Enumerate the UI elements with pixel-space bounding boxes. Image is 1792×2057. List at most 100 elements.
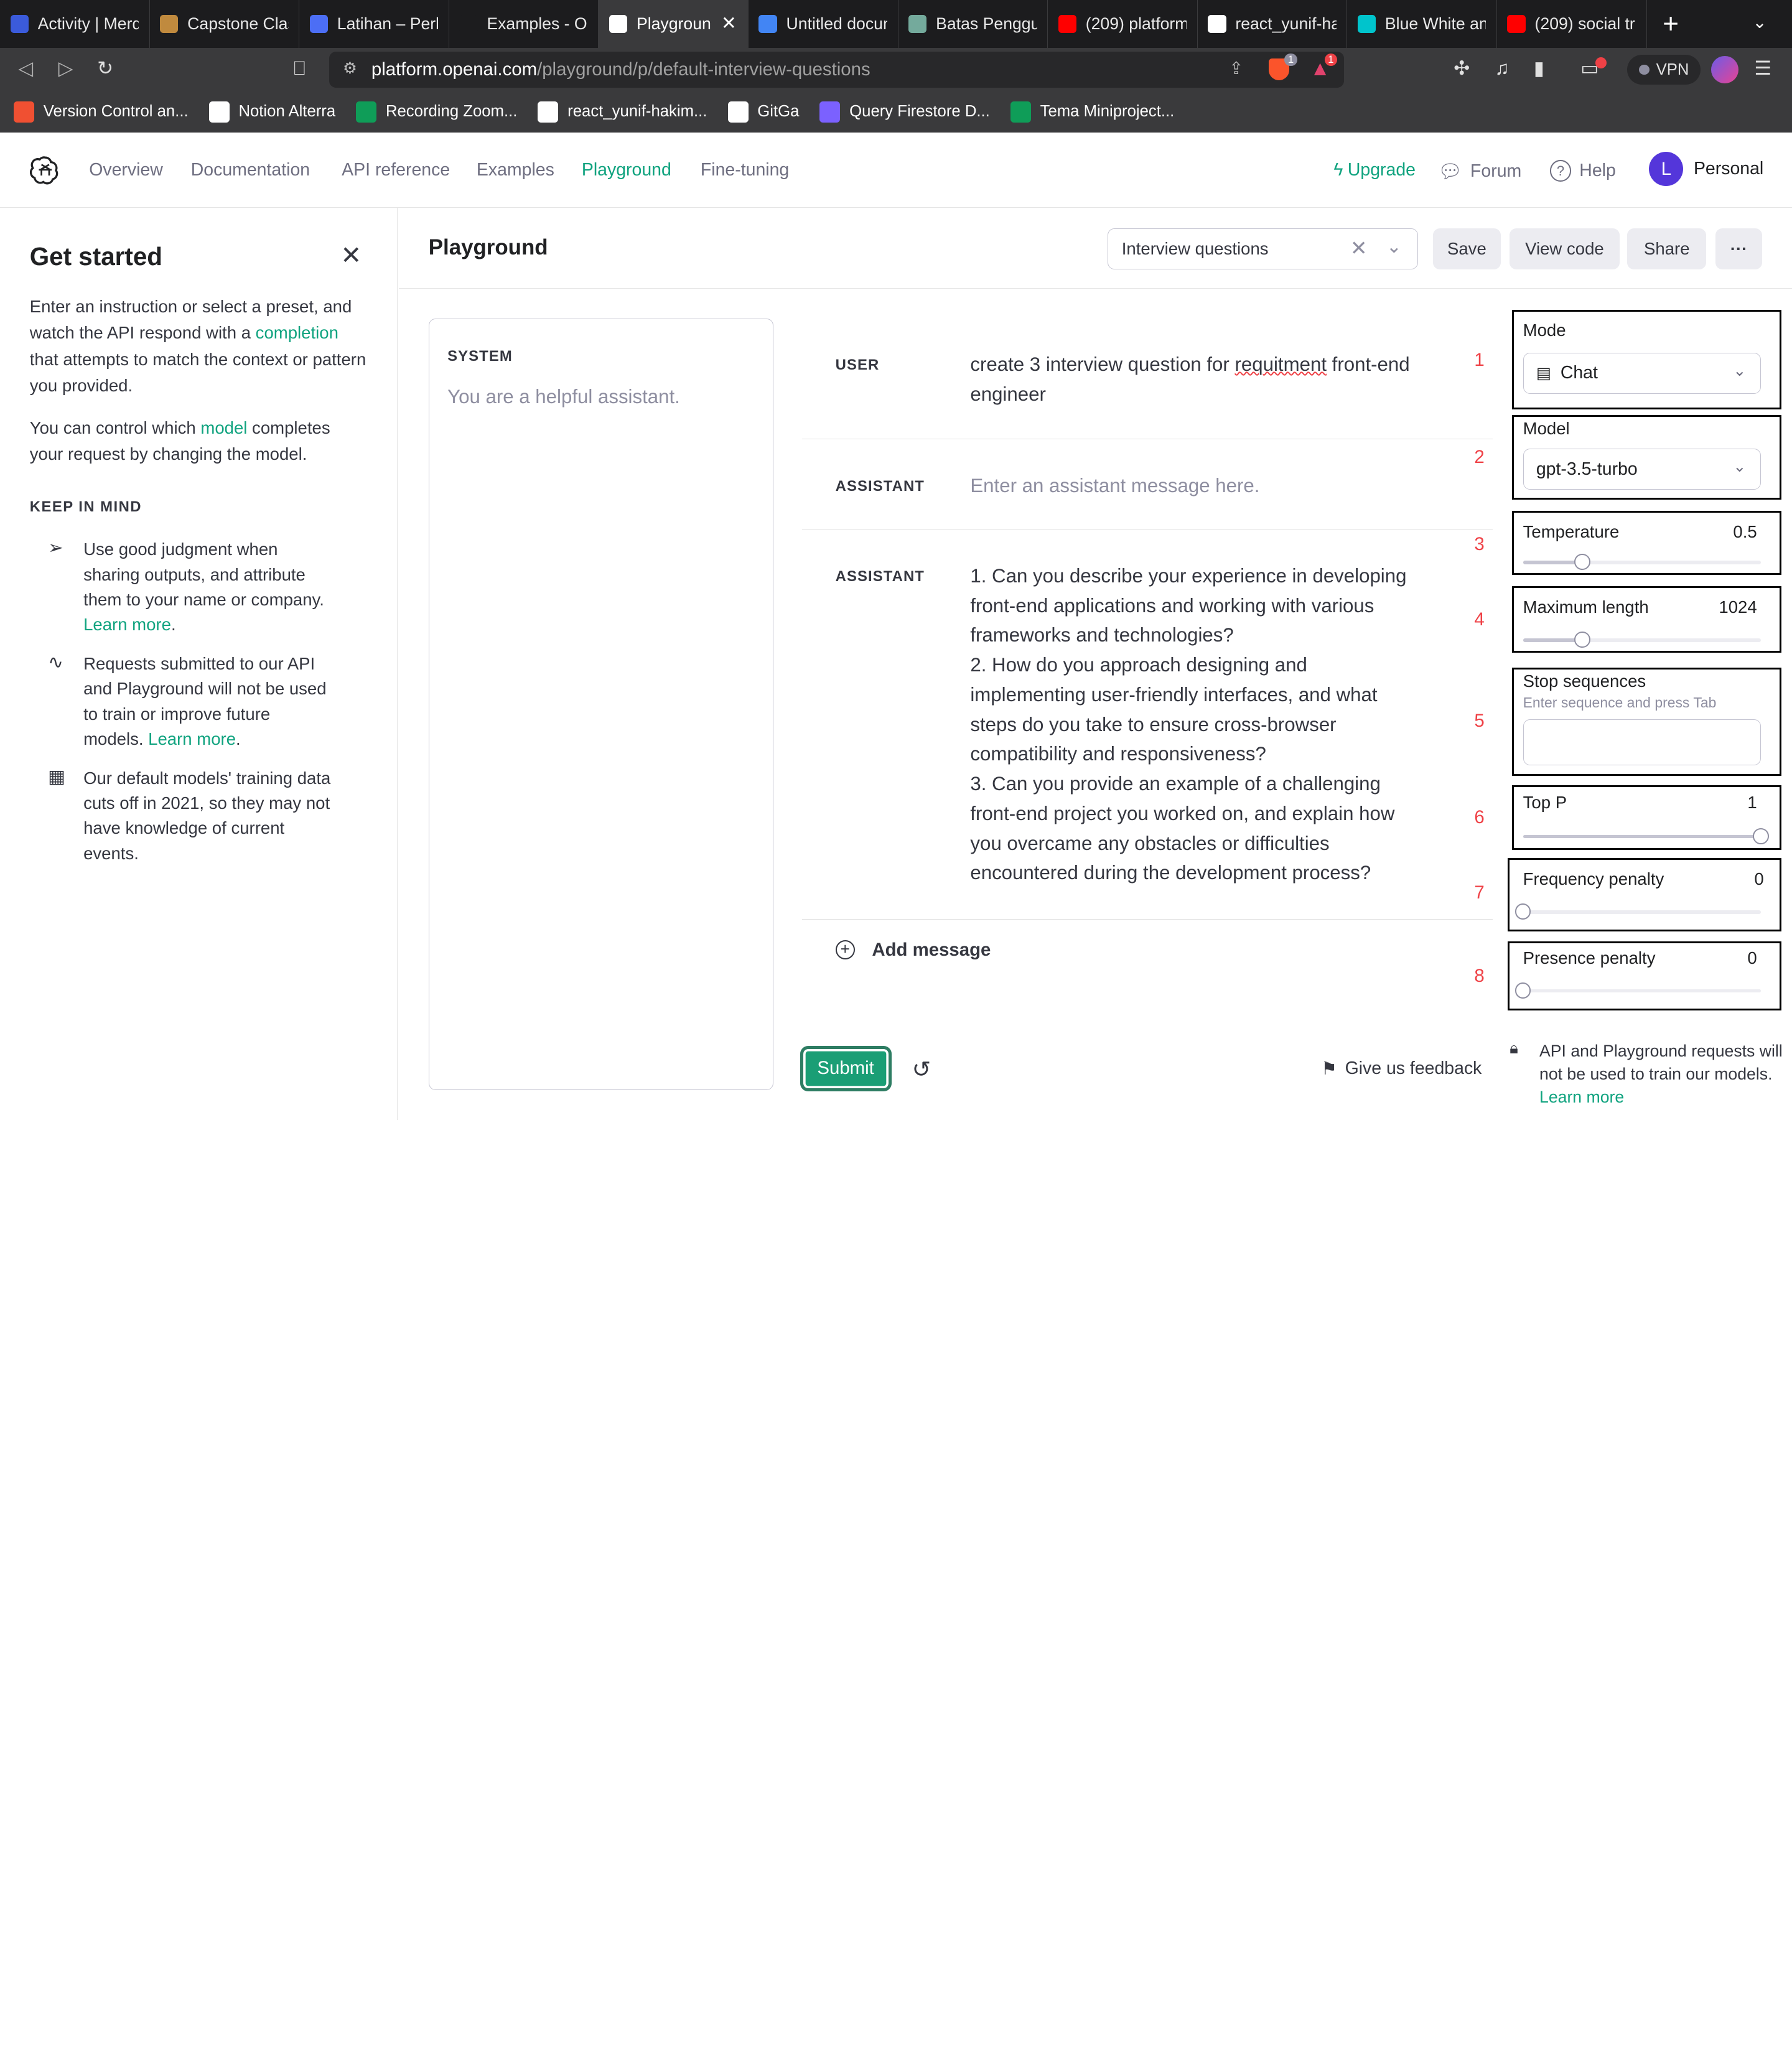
reload-icon[interactable]: ↻	[97, 57, 113, 80]
forum-link[interactable]: 💬︎ Forum	[1438, 160, 1522, 183]
top-p-slider[interactable]	[1523, 828, 1769, 844]
mode-select[interactable]: ▤ Chat ⌄	[1523, 352, 1761, 394]
message-role[interactable]: ASSISTANT	[836, 568, 925, 585]
system-message-box[interactable]: SYSTEM You are a helpful assistant.	[428, 319, 774, 1091]
max-length-slider[interactable]	[1523, 632, 1761, 648]
nav-documentation[interactable]: Documentation	[191, 160, 310, 180]
clear-preset-icon[interactable]: ✕	[1350, 236, 1368, 261]
system-input[interactable]: You are a helpful assistant.	[447, 386, 680, 408]
profile-avatar[interactable]	[1710, 55, 1738, 84]
media-icon[interactable]: ♫	[1495, 57, 1509, 80]
menu-icon[interactable]: ☰	[1754, 57, 1771, 80]
activity-icon: ∿	[48, 651, 63, 673]
nav-playground[interactable]: Playground	[582, 160, 671, 180]
browser-tab[interactable]: Capstone Clas	[150, 0, 300, 49]
max-length-value[interactable]: 1024	[1719, 597, 1757, 617]
help-link[interactable]: ? Help	[1549, 160, 1616, 182]
stop-sequences-input[interactable]	[1523, 719, 1761, 765]
model-select[interactable]: gpt-3.5-turbo ⌄	[1523, 449, 1761, 490]
bookmark-item[interactable]: Notion Alterra	[208, 101, 335, 123]
model-link[interactable]: model	[200, 418, 247, 437]
browser-tab[interactable]: Examples - Op	[449, 0, 599, 49]
frequency-penalty-slider[interactable]	[1514, 903, 1761, 920]
bookmark-item[interactable]: Query Firestore D...	[819, 101, 990, 123]
slider-knob[interactable]	[1574, 554, 1590, 570]
upgrade-link[interactable]: ϟ Upgrade	[1333, 160, 1416, 180]
browser-tab[interactable]: Activity | Merd	[0, 0, 150, 49]
vpn-button[interactable]: VPN	[1627, 55, 1701, 85]
frequency-penalty-value[interactable]: 0	[1754, 869, 1763, 889]
browser-tab[interactable]: Blue White and	[1347, 0, 1497, 49]
browser-tab[interactable]: Untitled docun	[749, 0, 898, 49]
message-role[interactable]: USER	[836, 357, 880, 374]
forward-icon[interactable]: ▷	[58, 57, 73, 80]
share-page-icon[interactable]: ⇪	[1229, 58, 1243, 78]
openai-logo-icon[interactable]	[29, 154, 61, 185]
forum-label: Forum	[1470, 161, 1522, 182]
help-label: Help	[1579, 161, 1616, 181]
learn-more-link[interactable]: Learn more	[148, 729, 236, 749]
privacy-learn-more-link[interactable]: Learn more	[1539, 1088, 1624, 1106]
view-code-button[interactable]: View code	[1510, 228, 1620, 270]
account-menu[interactable]: L Personal	[1649, 152, 1763, 187]
bookmark-item[interactable]: Tema Miniproject...	[1010, 101, 1174, 123]
assistant-message-input[interactable]: Enter an assistant message here.	[970, 471, 1418, 501]
nav-examples[interactable]: Examples	[477, 160, 554, 180]
chevron-down-icon[interactable]: ⌄	[1386, 236, 1402, 258]
save-button[interactable]: Save	[1433, 228, 1501, 270]
add-message-button[interactable]: + Add message	[835, 940, 991, 961]
slider-knob[interactable]	[1574, 632, 1590, 648]
browser-tab[interactable]: Batas Penggun	[898, 0, 1048, 49]
browser-tab[interactable]: Latihan – Perk	[299, 0, 449, 49]
bookmark-label: GitGa	[757, 103, 800, 121]
browser-tab[interactable]: Playgroun ✕	[599, 0, 749, 49]
more-options-button[interactable]: ···	[1715, 228, 1763, 270]
chat-icon: ▤	[1536, 364, 1552, 382]
completion-link[interactable]: completion	[256, 323, 338, 342]
top-p-value[interactable]: 1	[1747, 793, 1757, 813]
nav-overview[interactable]: Overview	[89, 160, 163, 180]
nav-api-reference[interactable]: API reference	[342, 160, 450, 180]
extensions-icon[interactable]: ✣	[1454, 57, 1470, 80]
bookmark-item[interactable]: Version Control an...	[14, 101, 189, 123]
message-text[interactable]: 1. Can you describe your experience in d…	[970, 561, 1418, 888]
slider-knob[interactable]	[1752, 828, 1769, 844]
address-bar[interactable]: ⚙ platform.openai.com/playground/p/defau…	[329, 51, 1344, 88]
temperature-value[interactable]: 0.5	[1733, 522, 1757, 542]
tab-overflow-chevron-icon[interactable]: ⌄	[1752, 12, 1766, 32]
message-text[interactable]: create 3 interview question for requitme…	[970, 350, 1418, 409]
bookmark-favicon-icon	[538, 101, 559, 123]
bookmark-item[interactable]: Recording Zoom...	[356, 101, 517, 123]
close-tab-icon[interactable]: ✕	[721, 12, 737, 34]
temperature-slider[interactable]	[1523, 554, 1761, 570]
history-icon[interactable]: ↺	[912, 1056, 931, 1083]
slider-knob[interactable]	[1514, 982, 1531, 999]
share-button[interactable]: Share	[1627, 228, 1707, 270]
vpn-label: VPN	[1656, 60, 1689, 78]
model-label: Model	[1523, 419, 1570, 439]
browser-tab[interactable]: (209) platform	[1048, 0, 1198, 49]
temperature-label: Temperature	[1523, 521, 1620, 541]
site-settings-icon[interactable]: ⚙	[343, 59, 357, 78]
browser-tab[interactable]: (209) social tr	[1497, 0, 1647, 49]
browser-tab[interactable]: react_yunif-ha	[1198, 0, 1348, 49]
submit-button[interactable]: Submit	[800, 1045, 892, 1092]
presence-penalty-slider[interactable]	[1514, 982, 1761, 999]
message-role[interactable]: ASSISTANT	[836, 478, 925, 495]
presence-penalty-value[interactable]: 0	[1747, 948, 1757, 968]
sidebar-toggle-icon[interactable]: ▮	[1534, 57, 1544, 80]
learn-more-link[interactable]: Learn more	[83, 615, 171, 634]
new-tab-button[interactable]: +	[1663, 9, 1679, 40]
preset-select[interactable]: Interview questions ✕ ⌄	[1107, 228, 1419, 270]
bookmark-icon[interactable]: ⎕	[294, 57, 306, 80]
back-icon[interactable]: ◁	[18, 57, 33, 80]
preset-value: Interview questions	[1121, 239, 1269, 259]
bookmark-item[interactable]: react_yunif-hakim...	[538, 101, 707, 123]
slider-knob[interactable]	[1514, 903, 1531, 920]
item-text-after: .	[170, 615, 176, 635]
bookmark-item[interactable]: GitGa	[727, 101, 800, 123]
close-icon[interactable]: ✕	[340, 240, 362, 270]
nav-fine-tuning[interactable]: Fine-tuning	[701, 160, 789, 180]
sidebar-intro: Enter an instruction or select a preset,…	[30, 294, 368, 399]
feedback-link[interactable]: ⚑ Give us feedback	[1321, 1058, 1482, 1080]
